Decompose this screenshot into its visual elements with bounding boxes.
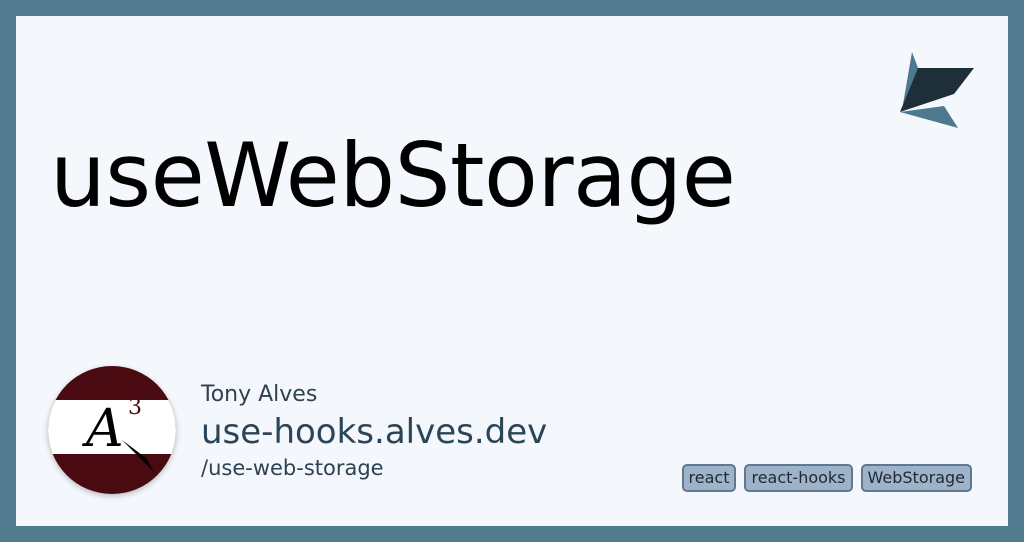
tag-react-hooks[interactable]: react-hooks [744,464,853,492]
site-domain[interactable]: use-hooks.alves.dev [201,412,547,452]
tag-webstorage[interactable]: WebStorage [860,464,972,492]
site-path[interactable]: /use-web-storage [201,456,384,480]
og-card: useWebStorage A 3 Tony Alves use-hooks.a… [16,16,1008,526]
avatar: A 3 [48,366,176,494]
page-title: useWebStorage [50,124,736,227]
avatar-letter: A [82,399,124,459]
tag-list: react react-hooks WebStorage [681,464,972,492]
paper-plane-logo-icon [894,50,976,130]
author-name: Tony Alves [201,382,318,407]
avatar-superscript: 3 [128,395,142,420]
tag-react[interactable]: react [681,464,737,492]
